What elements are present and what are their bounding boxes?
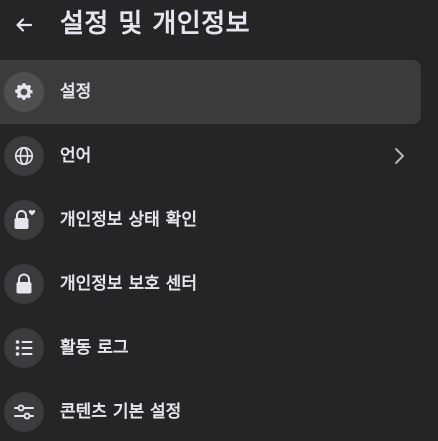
icon-circle bbox=[4, 72, 44, 112]
menu-item-activity-log[interactable]: 활동 로그 bbox=[0, 316, 421, 380]
header: 설정 및 개인정보 bbox=[0, 0, 438, 50]
icon-circle bbox=[4, 392, 44, 432]
icon-circle bbox=[4, 200, 44, 240]
back-arrow-icon bbox=[14, 15, 34, 35]
menu-item-label: 콘텐츠 기본 설정 bbox=[60, 402, 182, 422]
menu-item-privacy-center[interactable]: 개인정보 보호 센터 bbox=[0, 252, 421, 316]
icon-circle bbox=[4, 264, 44, 304]
chevron-right-icon bbox=[387, 144, 411, 168]
gear-icon bbox=[13, 81, 35, 103]
menu-item-label: 설정 bbox=[60, 82, 92, 102]
menu-item-label: 언어 bbox=[60, 146, 92, 166]
menu-item-privacy-checkup[interactable]: 개인정보 상태 확인 bbox=[0, 188, 421, 252]
lock-heart-icon bbox=[12, 209, 36, 231]
sliders-icon bbox=[13, 402, 35, 422]
menu-item-settings[interactable]: 설정 bbox=[0, 60, 421, 124]
icon-circle bbox=[4, 136, 44, 176]
menu-item-content-preferences[interactable]: 콘텐츠 기본 설정 bbox=[0, 380, 421, 441]
menu-item-language[interactable]: 언어 bbox=[0, 124, 421, 188]
page-title: 설정 및 개인정보 bbox=[60, 9, 251, 39]
lock-icon bbox=[14, 273, 34, 295]
list-icon bbox=[14, 338, 34, 358]
icon-circle bbox=[4, 328, 44, 368]
back-button[interactable] bbox=[8, 9, 40, 41]
settings-menu: 설정 언어 개인정보 상태 확인 개인정보 보호 센터 활동 로그 콘텐츠 기본… bbox=[0, 60, 438, 441]
menu-item-label: 개인정보 보호 센터 bbox=[60, 274, 197, 294]
menu-item-label: 개인정보 상태 확인 bbox=[60, 210, 197, 230]
menu-item-label: 활동 로그 bbox=[60, 338, 129, 358]
settings-privacy-panel: 설정 및 개인정보 설정 언어 개인정보 상태 확인 개인정보 보호 센터 활동… bbox=[0, 0, 438, 441]
globe-icon bbox=[13, 145, 35, 167]
